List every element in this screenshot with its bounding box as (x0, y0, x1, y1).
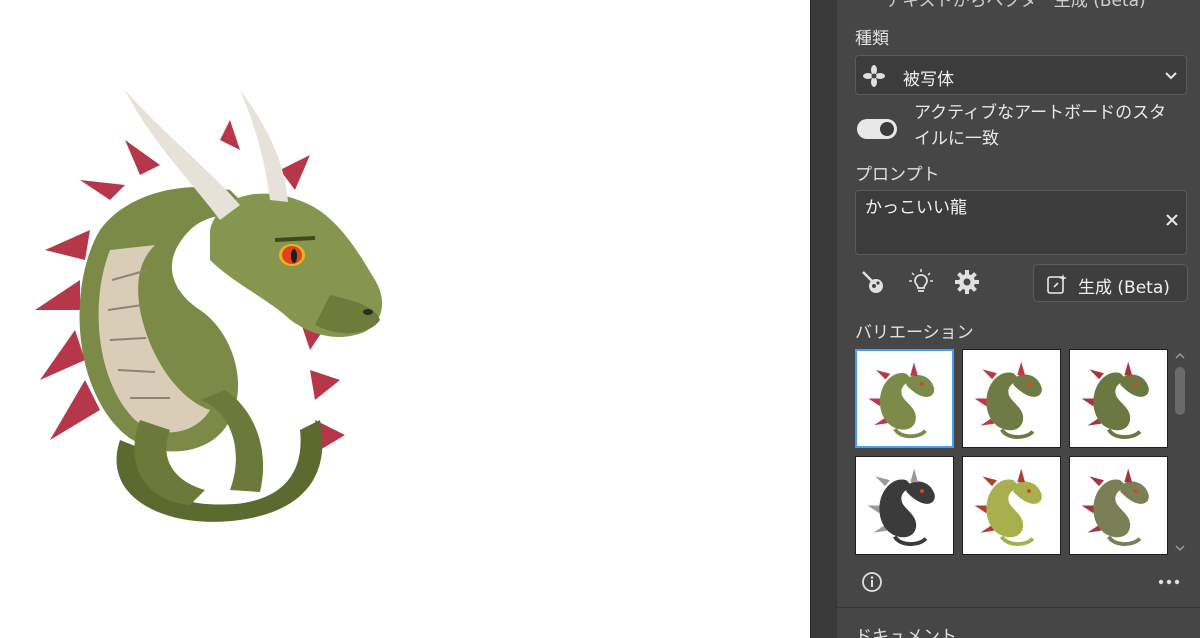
more-icon[interactable] (1157, 573, 1181, 591)
toggle-knob (880, 122, 894, 136)
variation-thumbnail[interactable] (962, 349, 1061, 448)
variation-thumbnail[interactable] (855, 456, 954, 555)
dragon-thumbnail-image (1081, 361, 1149, 439)
variation-thumbnail[interactable] (1069, 349, 1168, 448)
artboard-canvas[interactable] (0, 0, 810, 638)
style-match-toggle[interactable] (857, 119, 897, 139)
type-dropdown-value: 被写体 (903, 70, 954, 90)
variation-thumbnail[interactable] (855, 349, 954, 448)
type-section-label: 種類 (855, 29, 889, 49)
generate-button[interactable]: 生成 (Beta) (1033, 264, 1188, 302)
type-dropdown[interactable]: 被写体 (855, 55, 1187, 95)
gear-icon[interactable] (953, 268, 981, 296)
dragon-thumbnail-image (974, 468, 1042, 546)
prompt-input-value: かっこいい龍 (865, 198, 967, 218)
variation-thumbnail[interactable] (1069, 456, 1168, 555)
text-to-vector-panel: テキストからベクター生成 (Beta) 種類 被写体 アクティブなアートボードの… (836, 0, 1200, 638)
dragon-thumbnail-image (974, 361, 1042, 439)
chevron-down-icon (1165, 72, 1177, 80)
info-icon[interactable] (861, 571, 883, 593)
dragon-artwork[interactable] (30, 80, 410, 540)
chevron-down-icon[interactable] (1174, 543, 1186, 553)
panel-title: テキストからベクター生成 (Beta) (885, 0, 1146, 11)
section-divider (837, 607, 1200, 608)
variation-thumbnail[interactable] (962, 456, 1061, 555)
close-icon[interactable] (1165, 213, 1179, 227)
flower-icon (863, 65, 885, 87)
generate-button-label: 生成 (Beta) (1078, 278, 1170, 298)
prompt-input[interactable]: かっこいい龍 (855, 190, 1187, 255)
variations-label: バリエーション (855, 323, 974, 343)
style-match-label: アクティブなアートボードのスタイルに一致 (914, 103, 1167, 149)
chevron-up-icon[interactable] (1174, 351, 1186, 361)
style-picker-icon[interactable] (859, 268, 887, 296)
dragon-thumbnail-image (867, 468, 935, 546)
generate-spark-icon (1047, 274, 1067, 294)
variations-grid (855, 349, 1171, 557)
panel-gutter (810, 0, 837, 638)
variations-scrollbar[interactable] (1171, 349, 1189, 557)
scrollbar-thumb[interactable] (1175, 367, 1185, 415)
dragon-thumbnail-image (868, 362, 935, 439)
prompt-section-label: プロンプト (855, 165, 940, 185)
lightbulb-icon[interactable] (907, 268, 935, 296)
dragon-thumbnail-image (1081, 468, 1149, 546)
document-section-label[interactable]: ドキュメント (855, 622, 957, 638)
